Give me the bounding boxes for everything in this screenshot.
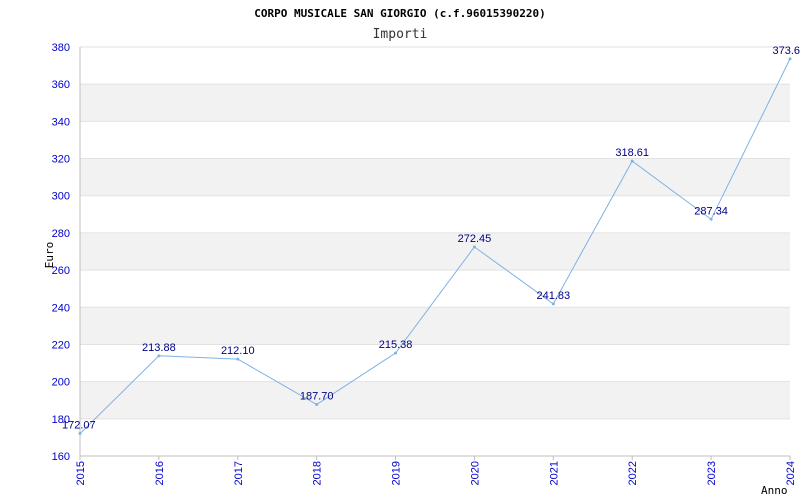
- chart: CORPO MUSICALE SAN GIORGIO (c.f.96015390…: [0, 0, 800, 500]
- x-tick-label: 2023: [706, 461, 718, 485]
- grid-band: [80, 232, 790, 271]
- grid-band: [80, 84, 790, 122]
- data-point: [394, 351, 398, 355]
- chart-subtitle: Importi: [373, 27, 428, 42]
- data-label: 272.45: [458, 233, 492, 245]
- grid-band: [80, 381, 790, 419]
- data-label: 212.10: [221, 345, 255, 357]
- x-axis-ticks: 2015 2016 2017 2018 2019 2020 2021 2022 2023 2024: [75, 456, 797, 485]
- data-label: 187.70: [300, 391, 334, 403]
- data-point: [630, 159, 634, 163]
- data-point: [157, 354, 161, 358]
- y-tick-label: 220: [52, 339, 70, 351]
- data-point: [551, 302, 555, 306]
- data-label: 172.07: [62, 420, 96, 432]
- y-tick-label: 380: [52, 42, 70, 54]
- chart-svg: CORPO MUSICALE SAN GIORGIO (c.f.96015390…: [43, 7, 800, 497]
- y-tick-label: 360: [52, 79, 70, 91]
- data-label: 287.34: [694, 205, 728, 217]
- chart-title: CORPO MUSICALE SAN GIORGIO (c.f.96015390…: [254, 7, 545, 20]
- grid-bands: [80, 46, 790, 457]
- x-tick-label: 2020: [469, 461, 481, 485]
- data-label: 215.38: [379, 339, 413, 351]
- x-tick-label: 2015: [75, 461, 87, 485]
- y-tick-label: 340: [52, 116, 70, 128]
- data-point: [236, 357, 240, 361]
- y-tick-label: 320: [52, 154, 70, 166]
- y-tick-label: 300: [52, 191, 70, 203]
- x-tick-label: 2021: [548, 461, 560, 485]
- x-tick-label: 2022: [627, 461, 639, 485]
- data-point: [315, 403, 319, 407]
- data-point: [788, 57, 792, 61]
- data-label: 318.61: [615, 147, 649, 159]
- x-tick-label: 2016: [154, 461, 166, 485]
- x-tick-label: 2024: [785, 461, 797, 485]
- data-point: [472, 245, 476, 249]
- data-point: [78, 432, 82, 436]
- x-tick-label: 2019: [391, 461, 403, 485]
- x-tick-label: 2018: [312, 461, 324, 485]
- data-point: [709, 217, 713, 221]
- data-label: 373.6: [772, 45, 800, 57]
- grid-band: [80, 307, 790, 345]
- data-label: 213.88: [142, 342, 176, 354]
- y-tick-label: 240: [52, 302, 70, 314]
- x-axis-label: Anno: [761, 484, 788, 497]
- y-tick-label: 200: [52, 377, 70, 389]
- y-tick-label: 160: [52, 451, 70, 463]
- y-tick-label: 280: [52, 228, 70, 240]
- data-label: 241.83: [537, 290, 571, 302]
- grid-band: [80, 158, 790, 196]
- y-axis-label: Euro: [43, 242, 56, 269]
- x-tick-label: 2017: [233, 461, 245, 485]
